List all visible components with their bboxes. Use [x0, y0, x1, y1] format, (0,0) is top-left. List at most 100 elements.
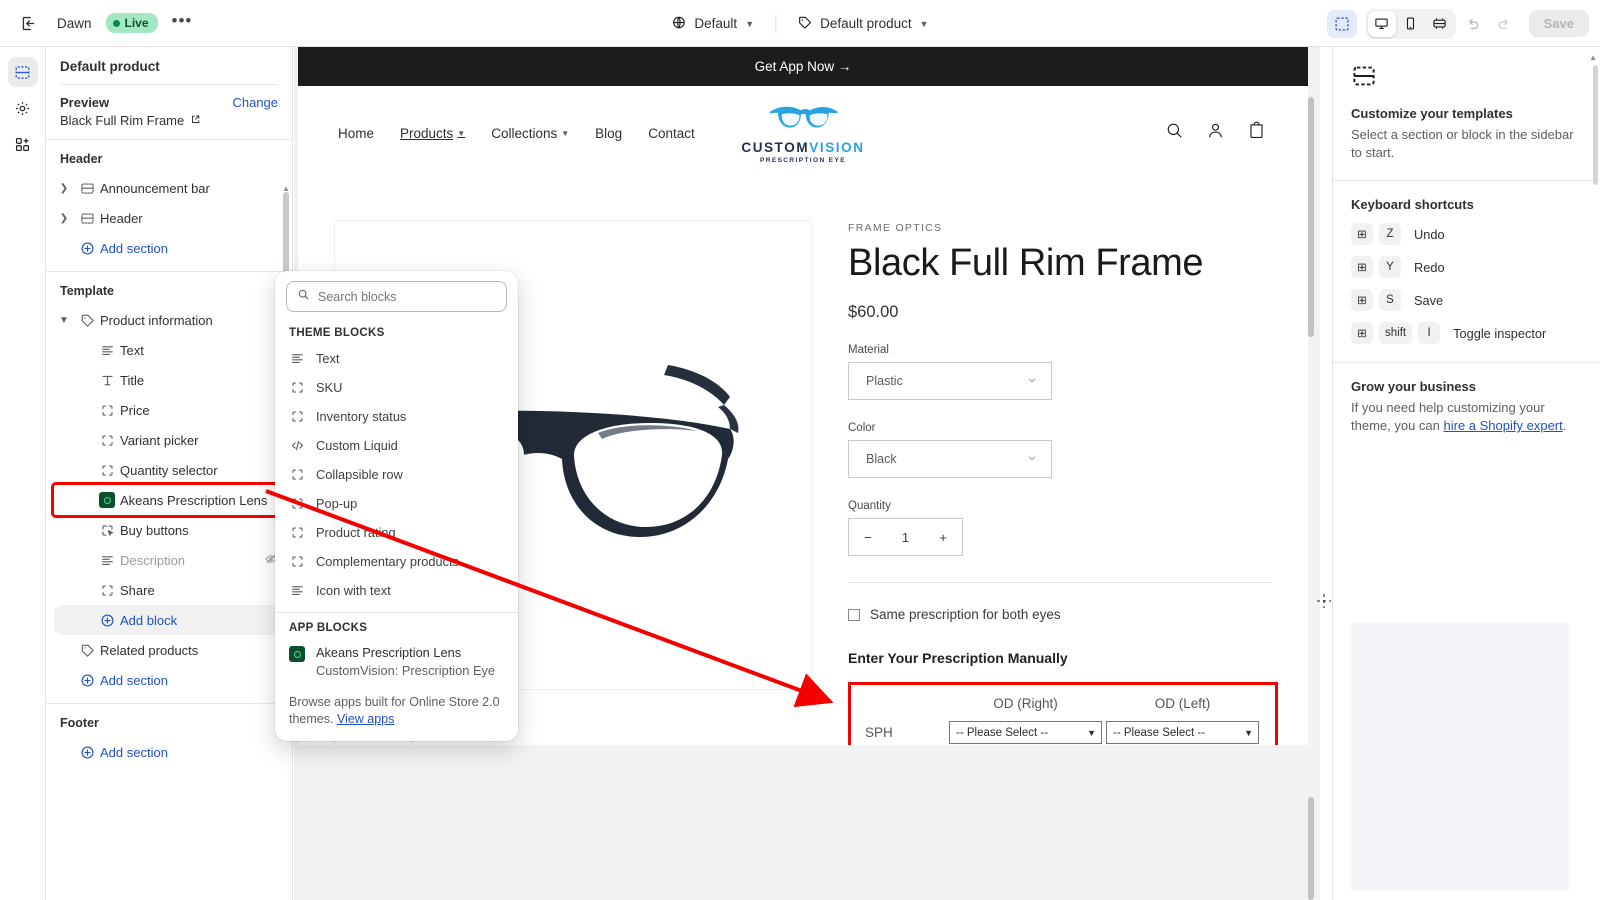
- quantity-value[interactable]: 1: [902, 530, 909, 545]
- chevron-right-icon[interactable]: ❯: [54, 213, 74, 224]
- right-panel-scrollbar[interactable]: [1593, 65, 1598, 185]
- checkbox-icon[interactable]: [848, 608, 860, 621]
- nav-link-collections[interactable]: Collections ▼: [491, 126, 569, 141]
- preview-product-link[interactable]: Black Full Rim Frame: [60, 113, 278, 128]
- cart-icon[interactable]: [1247, 121, 1266, 145]
- picker-item-text[interactable]: Text: [275, 344, 518, 373]
- logo-wordmark: CUSTOMVISION: [741, 140, 864, 155]
- rx-select-right-sph[interactable]: -- Please Select -- ▼: [949, 721, 1102, 745]
- picker-app-item[interactable]: Akeans Prescription Lens CustomVision: Pr…: [275, 639, 518, 684]
- hire-shopify-expert-link[interactable]: hire a Shopify expert: [1444, 418, 1563, 433]
- sidebar-item-add-block[interactable]: Add block: [54, 605, 284, 635]
- rx-col-left: OD (Left): [1154, 696, 1211, 712]
- chevron-down-icon[interactable]: ▼: [54, 315, 74, 326]
- sidebar-item-add-section[interactable]: Add section: [54, 233, 284, 263]
- change-preview-link[interactable]: Change: [232, 95, 278, 110]
- glasses-logo-icon: [741, 102, 864, 139]
- apps-icon[interactable]: [8, 129, 38, 159]
- locale-selector[interactable]: Default ▼: [662, 10, 763, 38]
- inspector-toggle-button[interactable]: [1326, 9, 1357, 38]
- sidebar-item-add-section[interactable]: Add section: [54, 737, 284, 767]
- search-icon[interactable]: [1165, 121, 1184, 145]
- view-apps-link[interactable]: View apps: [337, 712, 394, 726]
- page-title: Default product: [60, 59, 160, 74]
- theme-name[interactable]: Dawn: [57, 16, 92, 31]
- nav-link-home[interactable]: Home: [338, 126, 374, 141]
- desktop-view-button[interactable]: [1367, 10, 1396, 37]
- sidebar-item-announcement-bar[interactable]: ❯ Announcement bar: [54, 173, 284, 203]
- preview-scrollbar-bottom[interactable]: [1308, 797, 1314, 900]
- sections-icon[interactable]: [7, 57, 38, 87]
- scroll-up-arrow-icon[interactable]: ▲: [1589, 53, 1597, 62]
- picker-item-pop-up[interactable]: Pop-up: [275, 489, 518, 518]
- nav-link-label: Contact: [648, 125, 695, 141]
- shortcut-key: ⊞: [1351, 256, 1373, 278]
- sidebar-item-header[interactable]: ❯ Header: [54, 203, 284, 233]
- sidebar-item-description[interactable]: Description: [54, 545, 284, 575]
- table-row: SPH -- Please Select -- ▼ -- Please Select …: [865, 718, 1261, 745]
- store-logo[interactable]: CUSTOMVISION PRESCRIPTION EYE: [741, 102, 864, 164]
- gear-icon[interactable]: [8, 93, 38, 123]
- picker-app-name: Akeans Prescription Lens: [316, 645, 462, 660]
- picker-item-sku[interactable]: SKU: [275, 373, 518, 402]
- announcement-bar[interactable]: Get App Now →: [298, 47, 1308, 86]
- sidebar-item-price[interactable]: Price: [54, 395, 284, 425]
- sidebar-item-buy-buttons[interactable]: Buy buttons: [54, 515, 284, 545]
- sidebar-item-akeans-prescription-lens[interactable]: Akeans Prescription Lens: [51, 482, 287, 518]
- code-icon: [289, 438, 305, 453]
- right-inspector-panel: Customize your templates Select a sectio…: [1332, 47, 1600, 900]
- picker-item-icon-with-text[interactable]: Icon with text: [275, 576, 518, 605]
- sidebar-item-text[interactable]: Text: [54, 335, 284, 365]
- account-icon[interactable]: [1206, 121, 1225, 145]
- quantity-increase-button[interactable]: +: [939, 530, 947, 545]
- sidebar-item-variant-picker[interactable]: Variant picker: [54, 425, 284, 455]
- sidebar-item-title[interactable]: Title: [54, 365, 284, 395]
- quantity-stepper[interactable]: − 1 +: [848, 518, 963, 557]
- sidebar-item-quantity-selector[interactable]: Quantity selector: [54, 455, 284, 485]
- template-selector[interactable]: Default product ▼: [788, 10, 937, 38]
- save-button[interactable]: Save: [1528, 10, 1589, 37]
- chevron-down-icon: ▼: [745, 18, 755, 29]
- sidebar-group: Template ▼ Product information Text Title Pri…: [46, 271, 292, 703]
- exit-icon[interactable]: [13, 8, 43, 38]
- sidebar-item-label: Announcement bar: [100, 180, 210, 196]
- picker-item-custom-liquid[interactable]: Custom Liquid: [275, 431, 518, 460]
- block-search-field[interactable]: [286, 281, 507, 312]
- sidebar-item-related-products[interactable]: Related products: [54, 635, 284, 665]
- tag-icon: [797, 15, 812, 33]
- shortcuts-list: ⊞ Z Undo ⊞ Y Redo ⊞ S Save ⊞ shift I Toggle inspecto…: [1351, 223, 1582, 344]
- mobile-view-button[interactable]: [1397, 11, 1425, 37]
- tag-icon: [74, 643, 100, 658]
- panel-resize-handle[interactable]: [1316, 593, 1332, 609]
- sidebar-item-label: Text: [120, 342, 144, 358]
- picker-item-product-rating[interactable]: Product rating: [275, 518, 518, 547]
- option-select-material[interactable]: Plastic: [848, 362, 1052, 401]
- chevron-right-icon[interactable]: ❯: [54, 183, 74, 194]
- picker-item-inventory-status[interactable]: Inventory status: [275, 402, 518, 431]
- table-header-row: OD (Right) OD (Left): [865, 694, 1261, 718]
- sidebar: Default product Preview Change Black Ful…: [46, 47, 293, 900]
- picker-item-label: Inventory status: [316, 409, 407, 424]
- picker-item-collapsible-row[interactable]: Collapsible row: [275, 460, 518, 489]
- rx-select-left-sph[interactable]: -- Please Select -- ▼: [1106, 721, 1259, 745]
- picker-item-label: SKU: [316, 380, 343, 395]
- sidebar-item-product-information[interactable]: ▼ Product information: [54, 305, 284, 335]
- preview-scrollbar-top[interactable]: [1308, 97, 1314, 337]
- app-block-icon: [94, 492, 120, 508]
- search-input[interactable]: [318, 289, 496, 304]
- option-select-color[interactable]: Black: [848, 440, 1052, 479]
- picker-item-complementary-products[interactable]: Complementary products: [275, 547, 518, 576]
- more-actions-button[interactable]: •••: [172, 12, 193, 31]
- sidebar-item-label: Header: [100, 210, 143, 226]
- nav-link-blog[interactable]: Blog: [595, 126, 622, 141]
- nav-link-products[interactable]: Products ▼: [400, 126, 465, 141]
- quantity-decrease-button[interactable]: −: [864, 530, 872, 545]
- sidebar-item-add-section[interactable]: Add section: [54, 665, 284, 695]
- same-prescription-checkbox-row[interactable]: Same prescription for both eyes: [848, 607, 1272, 622]
- redo-button[interactable]: [1490, 10, 1518, 38]
- nav-link-contact[interactable]: Contact: [648, 126, 695, 141]
- undo-button[interactable]: [1459, 10, 1487, 38]
- sidebar-item-share[interactable]: Share: [54, 575, 284, 605]
- fullscreen-view-button[interactable]: [1426, 11, 1454, 37]
- section-icon: [74, 211, 100, 226]
